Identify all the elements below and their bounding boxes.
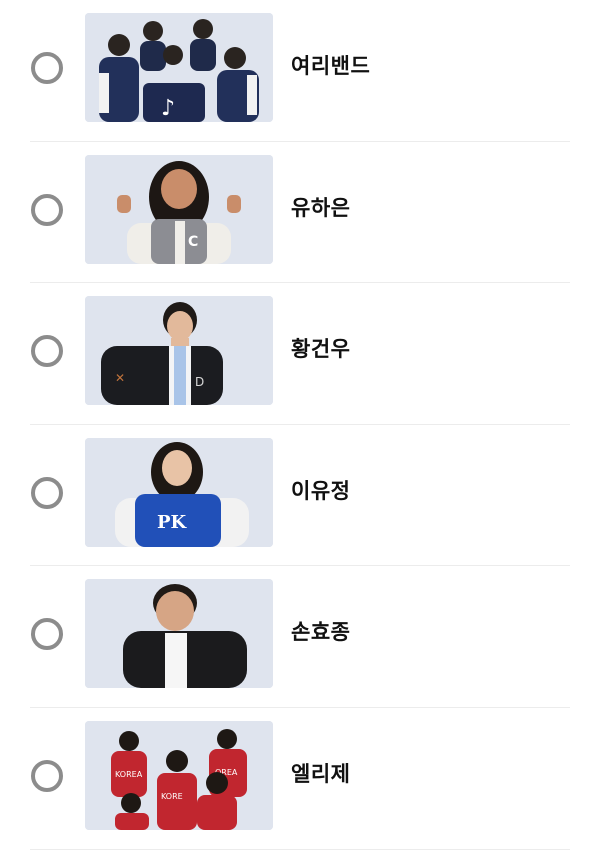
radio-button[interactable] <box>31 193 63 226</box>
candidate-row[interactable]: KOREA OREA KORE 엘리제 <box>0 708 600 850</box>
radio-button[interactable] <box>31 618 63 651</box>
candidate-photo: ♪ <box>85 13 273 122</box>
radio-button[interactable] <box>31 476 63 509</box>
candidate-row[interactable]: ♪ 여리밴드 <box>0 0 600 142</box>
radio-button[interactable] <box>31 335 63 368</box>
candidate-name: 엘리제 <box>291 761 351 786</box>
candidate-photo <box>85 579 273 689</box>
candidate-photo: PK <box>85 437 273 547</box>
candidate-list: ♪ 여리밴드 C 유하은 ✕ D 황건우 PK 이유정 손효종 KOREA OR… <box>0 0 600 850</box>
candidate-row[interactable]: ✕ D 황건우 <box>0 283 600 425</box>
candidate-name: 황건우 <box>291 337 351 362</box>
candidate-row[interactable]: PK 이유정 <box>0 425 600 567</box>
candidate-photo: ✕ D <box>85 296 273 406</box>
svg-text:D: D <box>195 375 204 389</box>
candidate-name: 여리밴드 <box>291 54 371 78</box>
radio-button[interactable] <box>31 52 63 84</box>
svg-text:♪: ♪ <box>161 96 175 121</box>
candidate-row[interactable]: C 유하은 <box>0 142 600 284</box>
candidate-name: 이유정 <box>291 478 351 503</box>
svg-text:KORE: KORE <box>161 792 183 801</box>
svg-text:KOREA: KOREA <box>115 770 143 779</box>
svg-text:✕: ✕ <box>115 371 125 385</box>
radio-button[interactable] <box>31 759 63 792</box>
svg-text:PK: PK <box>157 512 188 533</box>
candidate-photo: KOREA OREA KORE <box>85 720 273 830</box>
candidate-name: 유하은 <box>291 195 351 220</box>
candidate-photo: C <box>85 154 273 264</box>
svg-text:C: C <box>188 234 198 250</box>
candidate-row[interactable]: 손효종 <box>0 566 600 708</box>
row-divider <box>30 848 570 850</box>
candidate-name: 손효종 <box>291 620 351 645</box>
